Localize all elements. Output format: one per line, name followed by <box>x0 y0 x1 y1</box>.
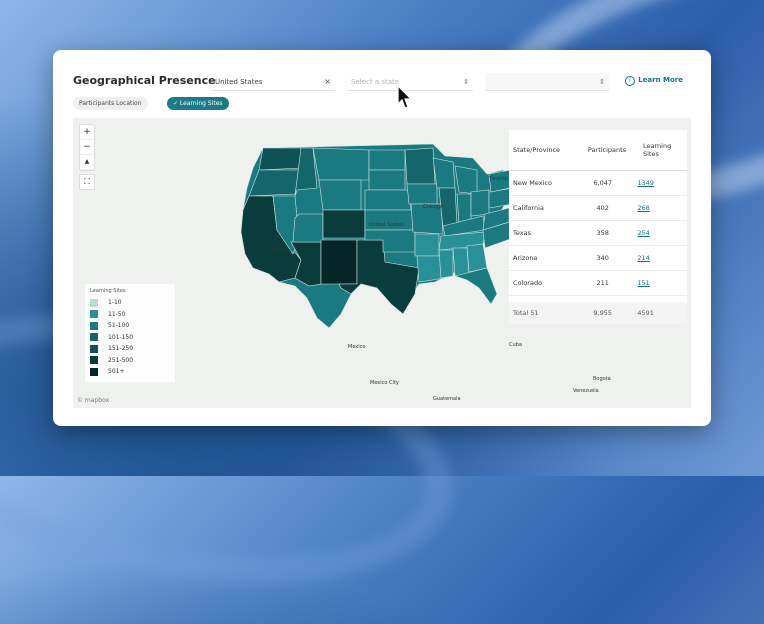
map-label-chicago: Chicago <box>423 204 444 210</box>
sites-link[interactable]: 214 <box>629 254 687 262</box>
sites-table: State/Province Participants Learning Sit… <box>509 130 687 324</box>
zoom-control: + − ▲ <box>79 124 95 171</box>
compass-icon[interactable]: ▲ <box>80 155 94 170</box>
legend-item: 151-250 <box>90 343 170 355</box>
legend-swatch <box>90 333 98 342</box>
state-montana <box>312 147 370 181</box>
country-select-value: United States <box>215 77 263 86</box>
fullscreen-icon[interactable]: ⛶ <box>79 174 95 190</box>
state-select-placeholder: Select a state <box>351 77 400 86</box>
column-header[interactable]: Learning Sites <box>635 142 679 158</box>
legend-swatch <box>90 344 98 353</box>
map[interactable]: United States Los Angeles Chicago Toront… <box>73 118 691 408</box>
state-utah <box>292 213 324 243</box>
country-select[interactable]: United States × <box>211 73 335 91</box>
legend-swatch <box>90 310 98 319</box>
table-footer: Total 51 9,955 4591 <box>509 302 687 324</box>
legend-item: 1-10 <box>90 297 170 309</box>
sites-link[interactable]: 254 <box>629 229 687 237</box>
table-row[interactable]: Texas 358 254 <box>509 221 687 246</box>
map-label-mexico-city: Mexico City <box>370 380 399 386</box>
state-ohio <box>470 189 490 217</box>
legend-item: 501+ <box>90 366 170 378</box>
state-washington <box>258 147 302 171</box>
zoom-out-button[interactable]: − <box>80 140 94 155</box>
map-label-bogota: Bogota <box>593 376 611 382</box>
map-label-mexico: Mexico <box>348 344 366 350</box>
info-icon[interactable]: i <box>625 76 635 86</box>
state-nebraska <box>364 189 412 211</box>
chevron-updown-icon: ⇕ <box>599 77 605 86</box>
legend-swatch <box>90 321 98 330</box>
sites-link[interactable]: 151 <box>629 279 687 287</box>
table-row[interactable]: Arizona 340 214 <box>509 246 687 271</box>
state-alabama <box>452 247 470 277</box>
page-title: Geographical Presence <box>73 74 216 87</box>
state-mississippi <box>438 249 454 279</box>
map-label-toronto: Toronto <box>489 176 508 182</box>
state-georgia <box>466 243 488 273</box>
zoom-in-button[interactable]: + <box>80 125 94 140</box>
legend-item: 251-500 <box>90 355 170 367</box>
mapbox-attribution[interactable]: © mapbox <box>77 397 109 404</box>
state-minnesota <box>404 147 436 185</box>
legend-item: 51-100 <box>90 320 170 332</box>
table-row[interactable]: California 402 268 <box>509 196 687 221</box>
table-row[interactable]: New Mexico 6,047 1349 <box>509 171 687 196</box>
state-wisconsin <box>432 157 456 189</box>
table-header: State/Province Participants Learning Sit… <box>509 130 687 171</box>
legend-item: 101-150 <box>90 332 170 344</box>
state-new-mexico <box>320 239 358 285</box>
mouse-cursor-icon <box>397 84 413 109</box>
map-label-cuba: Cuba <box>509 342 522 348</box>
state-iowa <box>406 183 438 205</box>
chevron-updown-icon: ⇕ <box>463 77 469 86</box>
legend-swatch <box>90 356 98 365</box>
clear-icon[interactable]: × <box>324 77 331 86</box>
legend-swatch <box>90 298 98 307</box>
learning-sites-chip[interactable]: ✓ Learning Sites <box>167 97 229 110</box>
map-label-venezuela: Venezuela <box>573 388 599 394</box>
column-header[interactable]: State/Province <box>509 146 579 154</box>
sites-link[interactable]: 268 <box>629 204 687 212</box>
third-select[interactable]: ⇕ <box>485 73 609 91</box>
geo-presence-card: Geographical Presence United States × Se… <box>53 50 711 426</box>
map-label-los-angeles: Los Angeles <box>261 248 291 254</box>
state-colorado <box>322 209 366 239</box>
legend-item: 11-50 <box>90 309 170 321</box>
learn-more-link[interactable]: Learn More <box>638 76 683 84</box>
state-north-dakota <box>368 149 406 171</box>
state-arkansas <box>414 233 440 257</box>
state-wyoming <box>318 179 362 211</box>
legend-title: Learning Sites <box>90 288 126 294</box>
map-label-united-states: United States <box>369 222 403 228</box>
legend-swatch <box>90 367 98 376</box>
map-label-guatemala: Guatemala <box>433 396 461 402</box>
participants-location-chip[interactable]: Participants Location <box>73 97 148 110</box>
sites-link[interactable]: 1349 <box>629 179 687 187</box>
column-header[interactable]: Participants <box>579 146 635 154</box>
state-south-dakota <box>368 169 406 191</box>
map-legend: Learning Sites 1-10 11-50 51-100 101-150… <box>85 284 175 382</box>
table-row[interactable]: Colorado 211 151 <box>509 271 687 296</box>
